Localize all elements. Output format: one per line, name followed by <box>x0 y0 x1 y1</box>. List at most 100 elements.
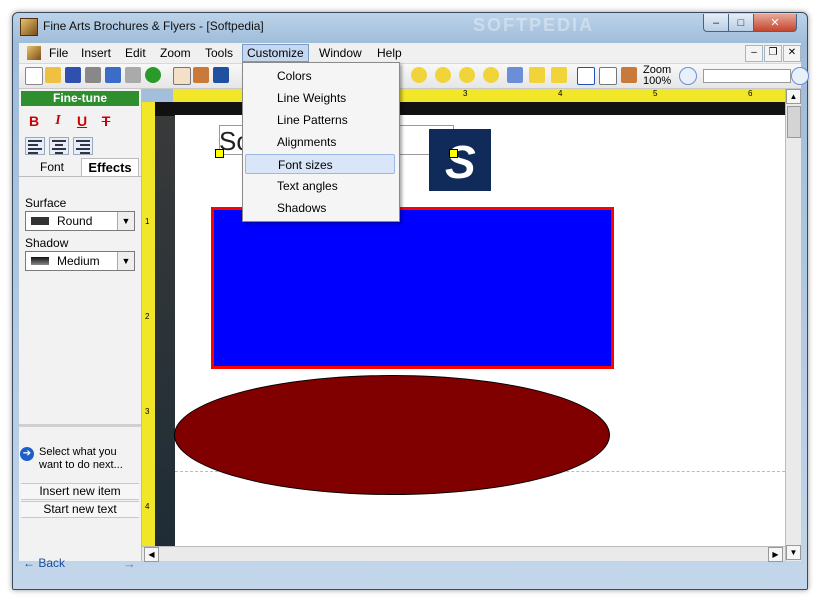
picture-icon[interactable] <box>193 67 209 83</box>
chevron-down-icon[interactable]: ▼ <box>117 252 134 270</box>
brush-icon[interactable] <box>529 67 545 83</box>
shape-tool-3-icon[interactable] <box>459 67 475 83</box>
menu-zoom[interactable]: Zoom <box>156 45 195 61</box>
shadow-select[interactable]: Medium ▼ <box>25 251 135 271</box>
fine-tune-header: Fine-tune <box>21 91 139 106</box>
resize-handle[interactable] <box>215 149 224 158</box>
tab-divider <box>19 176 141 177</box>
shape-tool-4-icon[interactable] <box>483 67 499 83</box>
menu-tools[interactable]: Tools <box>201 45 237 61</box>
surface-label: Surface <box>25 196 67 210</box>
menu-file[interactable]: File <box>45 45 72 61</box>
save-icon[interactable] <box>65 67 81 83</box>
ruler-tick: 5 <box>653 89 658 98</box>
print-icon[interactable] <box>85 67 101 83</box>
forward-button[interactable]: → <box>123 556 136 571</box>
align-center-icon[interactable] <box>49 137 69 155</box>
mdi-restore-button[interactable]: ❐ <box>764 45 782 62</box>
window-title: Fine Arts Brochures & Flyers - [Softpedi… <box>43 19 264 33</box>
layers-icon[interactable] <box>621 67 637 83</box>
tab-font[interactable]: Font <box>27 158 77 176</box>
shadow-label: Shadow <box>25 236 69 250</box>
surface-select[interactable]: Round ▼ <box>25 211 135 231</box>
zoom-value: 100% <box>643 75 672 87</box>
page-shadow <box>155 102 175 554</box>
shadow-value: Medium <box>57 254 100 268</box>
menu-window[interactable]: Window <box>315 45 366 61</box>
red-ellipse-shape[interactable] <box>174 375 610 495</box>
zoom-slider[interactable] <box>703 69 791 83</box>
scroll-down-icon[interactable]: ▼ <box>786 545 801 560</box>
strikethrough-button[interactable]: T <box>97 112 115 130</box>
italic-button[interactable]: I <box>49 112 67 130</box>
redo-icon[interactable] <box>125 67 141 83</box>
mdi-close-button[interactable]: ✕ <box>783 45 801 62</box>
resize-handle[interactable] <box>449 149 458 158</box>
ruler-tick: 4 <box>558 89 563 98</box>
insert-new-item-button[interactable]: Insert new item <box>21 483 139 500</box>
shape-tool-1-icon[interactable] <box>411 67 427 83</box>
bold-button[interactable]: B <box>25 112 43 130</box>
menu-item-line-weights[interactable]: Line Weights <box>245 88 395 108</box>
menu-item-font-sizes[interactable]: Font sizes <box>245 154 395 174</box>
scroll-right-icon[interactable]: ▶ <box>768 547 783 562</box>
ruler-tick: 6 <box>748 89 753 98</box>
menu-item-shadows[interactable]: Shadows <box>245 198 395 218</box>
app-icon <box>20 18 38 36</box>
menu-customize[interactable]: Customize <box>242 44 309 62</box>
underline-button[interactable]: U <box>73 112 91 130</box>
scroll-left-icon[interactable]: ◀ <box>144 547 159 562</box>
arrow-right-icon: ➔ <box>20 447 34 461</box>
app-window: Fine Arts Brochures & Flyers - [Softpedi… <box>12 12 809 590</box>
menu-item-alignments[interactable]: Alignments <box>245 132 395 152</box>
text-tool-icon[interactable] <box>213 67 229 83</box>
mdi-minimize-button[interactable]: – <box>745 45 763 62</box>
menu-edit[interactable]: Edit <box>121 45 150 61</box>
ruler-tick: 4 <box>145 502 150 511</box>
softpedia-logo[interactable]: S <box>429 129 491 191</box>
zoom-out-icon[interactable] <box>679 67 697 85</box>
pencil-icon[interactable] <box>551 67 567 83</box>
menu-item-colors[interactable]: Colors <box>245 66 395 86</box>
document-icon[interactable] <box>27 46 41 60</box>
vertical-ruler: 1 2 3 4 <box>142 102 156 554</box>
tab-effects[interactable]: Effects <box>81 158 139 177</box>
blue-rectangle-shape[interactable] <box>211 207 614 369</box>
shape-tool-2-icon[interactable] <box>435 67 451 83</box>
minimize-button[interactable]: – <box>703 14 729 32</box>
zoom-in-icon[interactable] <box>791 67 809 85</box>
undo-icon[interactable] <box>105 67 121 83</box>
vertical-scrollbar[interactable]: ▲ ▼ <box>785 89 801 561</box>
align-right-icon[interactable] <box>73 137 93 155</box>
grid-icon[interactable] <box>577 67 595 85</box>
open-folder-icon[interactable] <box>45 67 61 83</box>
fine-tune-panel: Fine-tune B I U T Font Effects Surface R… <box>19 89 142 571</box>
effects-icon[interactable] <box>507 67 523 83</box>
logo-letter: S <box>445 136 476 188</box>
close-button[interactable]: ✕ <box>753 14 797 32</box>
back-button[interactable]: ← Back <box>23 556 65 570</box>
customize-menu: Colors Line Weights Line Patterns Alignm… <box>242 62 400 222</box>
scroll-up-icon[interactable]: ▲ <box>786 89 801 104</box>
align-left-icon[interactable] <box>25 137 45 155</box>
hand-icon[interactable] <box>173 67 191 85</box>
menu-insert[interactable]: Insert <box>77 45 115 61</box>
menu-item-line-patterns[interactable]: Line Patterns <box>245 110 395 130</box>
crosshair-icon[interactable] <box>599 67 617 85</box>
ruler-tick: 3 <box>145 407 150 416</box>
title-bar[interactable]: Fine Arts Brochures & Flyers - [Softpedi… <box>13 13 807 41</box>
horizontal-scrollbar[interactable]: ◀ ▶ <box>142 546 785 562</box>
refresh-icon[interactable] <box>145 67 161 83</box>
menu-item-text-angles[interactable]: Text angles <box>245 176 395 196</box>
new-file-icon[interactable] <box>25 67 43 85</box>
panel-divider <box>19 424 141 427</box>
scroll-thumb[interactable] <box>787 106 801 138</box>
surface-swatch-icon <box>31 217 49 225</box>
maximize-button[interactable]: □ <box>728 14 754 32</box>
chevron-down-icon[interactable]: ▼ <box>117 212 134 230</box>
toolbar: Zoom 100% <box>19 64 809 89</box>
menu-help[interactable]: Help <box>373 45 406 61</box>
ruler-tick: 1 <box>145 217 150 226</box>
menu-bar: File Insert Edit Zoom Tools Customize Wi… <box>19 43 801 64</box>
start-new-text-button[interactable]: Start new text <box>21 501 139 518</box>
